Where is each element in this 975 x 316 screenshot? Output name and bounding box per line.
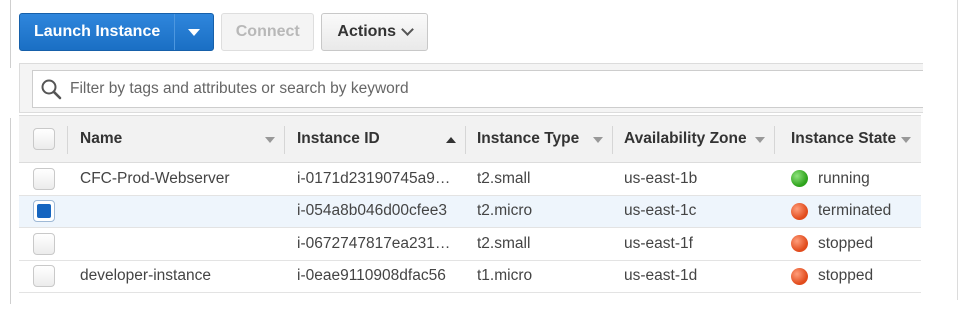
instance-id: i-0171d23190745a9… (297, 169, 451, 187)
search-icon (41, 79, 62, 100)
column-header-instance-state[interactable]: Instance State (775, 116, 921, 162)
sort-icon (593, 137, 603, 143)
sort-ascending-icon (446, 137, 456, 143)
launch-options-dropdown[interactable] (174, 14, 213, 50)
column-header-instance-id[interactable]: Instance ID (285, 116, 466, 162)
left-divider (10, 0, 11, 68)
table-row[interactable]: developer-instance i-0eae9110908dfac56 t… (19, 261, 921, 293)
instance-name (68, 228, 285, 260)
actions-dropdown[interactable]: Actions (321, 13, 429, 51)
availability-zone: us-east-1d (624, 267, 698, 285)
select-all-cell (19, 116, 68, 162)
status-terminated-icon (791, 202, 808, 220)
filter-input[interactable] (68, 79, 892, 99)
launch-instance-button[interactable]: Launch Instance (20, 14, 174, 50)
sort-icon (265, 137, 275, 143)
availability-zone: us-east-1c (624, 202, 697, 220)
instance-name (68, 196, 285, 228)
row-checkbox[interactable] (32, 200, 55, 223)
table-row[interactable]: CFC-Prod-Webserver i-0171d23190745a9… t2… (19, 163, 921, 196)
instance-type: t2.small (477, 169, 531, 187)
select-all-checkbox[interactable] (32, 128, 55, 150)
right-divider (957, 0, 958, 300)
column-header-name[interactable]: Name (68, 116, 285, 162)
instance-id: i-0672747817ea231… (297, 234, 451, 252)
status-stopped-icon (791, 235, 808, 253)
left-divider (10, 118, 11, 304)
table-row[interactable]: i-054a8b046d00cfee3 t2.micro us-east-1c … (19, 195, 921, 228)
filter-box (32, 70, 923, 108)
instance-state: terminated (818, 202, 892, 220)
table-row[interactable]: i-0672747817ea231… t2.small us-east-1f s… (19, 228, 921, 261)
sort-icon (901, 137, 911, 143)
instances-table: Name Instance ID Instance Type Availabil… (19, 115, 921, 293)
instance-state: running (818, 169, 870, 187)
chevron-down-icon (401, 23, 414, 36)
instance-state: stopped (818, 267, 874, 285)
column-header-instance-type[interactable]: Instance Type (466, 116, 613, 162)
row-checkbox[interactable] (32, 167, 55, 190)
instance-id: i-054a8b046d00cfee3 (297, 202, 447, 220)
instance-id: i-0eae9110908dfac56 (297, 267, 446, 285)
launch-instance-split-button: Launch Instance (19, 13, 215, 51)
row-checkbox[interactable] (32, 265, 55, 288)
connect-button[interactable]: Connect (221, 13, 315, 51)
column-header-availability-zone[interactable]: Availability Zone (613, 116, 775, 162)
instance-state: stopped (818, 234, 874, 252)
instance-type: t1.micro (477, 267, 533, 285)
instance-type: t2.micro (477, 202, 533, 220)
availability-zone: us-east-1f (624, 234, 693, 252)
status-running-icon (791, 170, 808, 188)
filter-bar (19, 63, 923, 113)
caret-down-icon (188, 28, 201, 36)
instance-name: CFC-Prod-Webserver (80, 169, 230, 187)
toolbar: Launch Instance Connect Actions (19, 13, 429, 51)
actions-label: Actions (337, 23, 397, 40)
status-stopped-icon (791, 267, 808, 285)
sort-icon (755, 137, 765, 143)
instance-type: t2.small (477, 234, 531, 252)
availability-zone: us-east-1b (624, 169, 698, 187)
table-header: Name Instance ID Instance Type Availabil… (19, 115, 921, 163)
instance-name: developer-instance (80, 267, 211, 285)
row-checkbox[interactable] (32, 232, 55, 255)
